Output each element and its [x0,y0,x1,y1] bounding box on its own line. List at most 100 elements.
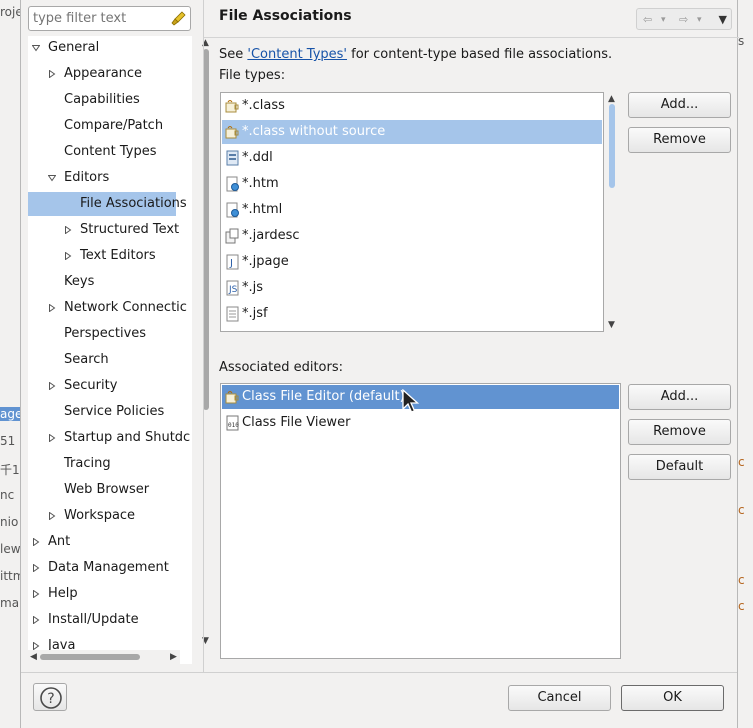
svg-text:?: ? [47,691,54,707]
expand-arrow-right-icon[interactable] [48,434,56,442]
tree-item[interactable]: Structured Text [28,218,192,242]
file-type-remove-button[interactable]: Remove [628,127,731,153]
tree-item[interactable]: Security [28,374,192,398]
list-item[interactable]: *.class [222,94,602,118]
list-item-label: *.htm [242,176,279,191]
editor-default-button[interactable]: Default [628,454,731,480]
list-item-label: Class File Viewer [242,415,351,430]
forward-arrow-icon[interactable]: ⇨ [679,13,688,26]
back-menu-icon[interactable]: ▾ [661,15,666,25]
list-item[interactable]: *.jardesc [222,224,602,248]
list-item[interactable]: 010 Class File Viewer [222,411,619,435]
expand-arrow-right-icon[interactable] [32,642,40,650]
associated-editors-list[interactable]: Class File Editor (default) 010 Class File… [220,383,621,659]
tree-item-label: Startup and Shutdc [64,430,191,445]
tree-vertical-scrollbar[interactable]: ▲ ▼ [199,36,213,648]
bg-fragment: c [738,503,745,517]
tree-item[interactable]: Ant [28,530,192,554]
list-item[interactable]: J *.jpage [222,250,602,274]
tree-item-label: General [48,40,100,55]
forward-menu-icon[interactable]: ▾ [697,15,702,25]
cancel-button[interactable]: Cancel [508,685,611,711]
file-types-label: File types: [219,68,286,83]
back-arrow-icon[interactable]: ⇦ [643,13,652,26]
help-button[interactable]: ? [33,683,67,711]
tree-item-label: Workspace [64,508,136,523]
list-item[interactable]: Class File Editor (default) [222,385,619,409]
preferences-dialog: General Appearance Capabilities Compare/Pat… [20,0,739,728]
tree-item[interactable]: Workspace [28,504,192,528]
file-type-add-button[interactable]: Add... [628,92,731,118]
list-item[interactable]: *.html [222,198,602,222]
list-item-label: *.js [242,280,264,295]
expand-arrow-right-icon[interactable] [48,304,56,312]
svg-text:JS: JS [228,285,238,295]
expand-arrow-right-icon[interactable] [48,512,56,520]
filter-input[interactable] [29,7,167,30]
tree-item[interactable]: Search [28,348,192,372]
tree-horizontal-scrollbar[interactable]: ◀ ▶ [28,650,180,664]
list-item-label: *.ddl [242,150,273,165]
scroll-right-icon[interactable]: ▶ [170,652,177,662]
tree-item[interactable]: Help [28,582,192,606]
list-item[interactable]: *.ddl [222,146,602,170]
expand-arrow-down-icon[interactable] [32,44,40,52]
expand-arrow-right-icon[interactable] [48,382,56,390]
editor-add-button[interactable]: Add... [628,384,731,410]
tree-item[interactable]: Network Connectic [28,296,192,320]
tree-item-label: Perspectives [64,326,147,341]
clear-filter-icon[interactable] [170,10,187,27]
tree-item[interactable]: Capabilities [28,88,192,112]
tree-item[interactable]: Keys [28,270,192,294]
editor-remove-button[interactable]: Remove [628,419,731,445]
tree-item[interactable]: Service Policies [28,400,192,424]
bg-fragment: c [738,573,745,587]
tree-item[interactable]: File Associations [28,192,187,216]
page-title: File Associations [219,8,352,24]
bg-fragment: mal [0,596,20,610]
list-item-label: *.html [242,202,283,217]
expand-arrow-down-icon[interactable] [48,174,56,182]
scroll-thumb[interactable] [609,104,615,188]
tree-item[interactable]: Tracing [28,452,192,476]
expand-arrow-right-icon[interactable] [32,590,40,598]
tree-item[interactable]: General [28,36,192,60]
list-item[interactable]: *.class without source [222,120,602,144]
expand-arrow-right-icon[interactable] [32,616,40,624]
list-item-label: *.class [242,98,285,113]
tree-item[interactable]: Install/Update [28,608,192,632]
content-types-link[interactable]: 'Content Types' [247,47,347,62]
expand-arrow-right-icon[interactable] [64,226,72,234]
tree-item[interactable]: Perspectives [28,322,192,346]
list-item[interactable]: *.jsf [222,302,602,326]
expand-arrow-right-icon[interactable] [48,70,56,78]
tree-item[interactable]: Web Browser [28,478,192,502]
ok-button[interactable]: OK [621,685,724,711]
expand-arrow-right-icon[interactable] [32,538,40,546]
tree-item[interactable]: Data Management [28,556,192,580]
tree-item[interactable]: Appearance [28,62,192,86]
scroll-left-icon[interactable]: ◀ [30,652,37,662]
tree-item[interactable]: Text Editors [28,244,192,268]
tree-item[interactable]: Startup and Shutdc [28,426,192,450]
tree-item[interactable]: Compare/Patch [28,114,192,138]
expand-arrow-right-icon[interactable] [64,252,72,260]
list-item-label: *.class without source [242,124,386,139]
tree-item-label: Security [64,378,118,393]
file-types-list[interactable]: *.class *.class without source *.ddl *.htm *… [220,92,604,332]
list-item[interactable]: JS *.js [222,276,602,300]
file-types-scrollbar[interactable]: ▲ ▼ [606,92,620,330]
js-file-icon: JS [226,280,239,296]
view-menu-icon[interactable]: ▼ [719,13,727,26]
bg-fragment: ittm [0,569,20,583]
tree-item[interactable]: Editors [28,166,192,190]
scroll-down-icon[interactable]: ▼ [608,320,615,330]
expand-arrow-right-icon[interactable] [32,564,40,572]
scroll-thumb[interactable] [40,654,140,660]
preference-tree[interactable]: General Appearance Capabilities Compare/Pat… [28,36,192,664]
scroll-up-icon[interactable]: ▲ [608,94,615,104]
tree-item[interactable]: Content Types [28,140,192,164]
list-item[interactable]: *.htm [222,172,602,196]
bg-fragment: nio [0,515,19,529]
pane-divider[interactable] [203,0,204,672]
